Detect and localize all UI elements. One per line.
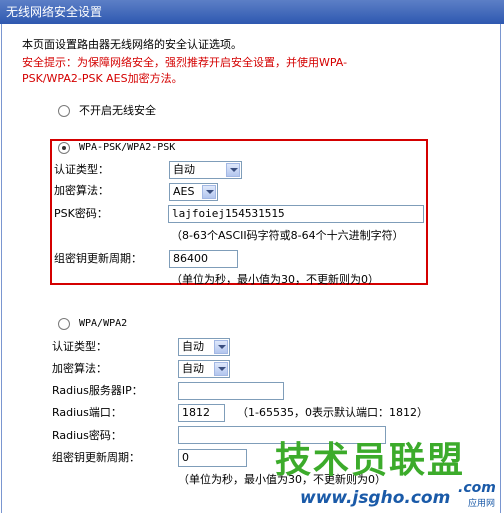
wpa-psk-encryption-label: 加密算法： [54,184,109,197]
wpa-psk-radio[interactable] [58,142,70,154]
wpa-encryption-label: 加密算法： [52,362,107,375]
psk-password-hint: （8-63个ASCII码字符或8-64个十六进制字符） [171,229,404,242]
wpa-label: WPA/WPA2 [79,318,128,329]
radius-port-hint: （1-65535，0表示默认端口：1812） [237,406,428,419]
disable-security-label: 不开启无线安全 [79,104,156,117]
wpa-psk-label: WPA-PSK/WPA2-PSK [79,142,176,153]
page-title: 无线网络安全设置 [6,5,103,19]
chevron-down-icon [214,362,228,376]
wpa-radio[interactable] [58,318,70,330]
disable-security-radio[interactable] [58,105,70,117]
wpa-psk-encryption-select[interactable]: AES [169,183,218,201]
wpa-psk-auth-type-label: 认证类型： [54,163,109,176]
wpa-psk-auth-type-select[interactable]: 自动 [169,161,242,179]
watermark-sub: 应用网 [468,499,496,509]
chevron-down-icon [214,340,228,354]
radius-password-label: Radius密码： [52,429,122,442]
chevron-down-icon [226,163,240,177]
wpa-psk-group-key-hint: （单位为秒，最小值为30，不更新则为0） [171,273,379,286]
chevron-down-icon [202,185,216,199]
page-header: 无线网络安全设置 [0,0,504,24]
security-tip-line2: PSK/WPA2-PSK AES加密方法。 [22,72,183,85]
watermark-url: www.jsgho.com [300,488,451,508]
psk-password-input[interactable]: lajfoiej154531515 [168,205,424,223]
frame-left-border [1,24,2,513]
wpa-group-key-label: 组密钥更新周期： [52,451,140,464]
radius-ip-label: Radius服务器IP： [52,384,143,397]
radius-port-label: Radius端口： [52,406,122,419]
wpa-auth-type-label: 认证类型： [52,340,107,353]
intro-text: 本页面设置路由器无线网络的安全认证选项。 [22,38,242,51]
radius-ip-input[interactable] [178,382,284,400]
security-tip-line1: 安全提示：为保障网络安全，强烈推荐开启安全设置，并使用WPA- [22,56,348,69]
wpa-auth-type-select[interactable]: 自动 [178,338,230,356]
watermark-com: .com [458,480,496,496]
wpa-psk-group-key-label: 组密钥更新周期： [54,252,142,265]
psk-password-label: PSK密码： [54,207,108,220]
wpa-group-key-input[interactable]: 0 [178,449,247,467]
wpa-psk-auth-type-value: 自动 [173,163,195,176]
wpa-encryption-value: 自动 [182,362,204,375]
wpa-encryption-select[interactable]: 自动 [178,360,230,378]
radius-port-input[interactable]: 1812 [178,404,225,422]
wpa-psk-group-key-input[interactable]: 86400 [169,250,238,268]
frame-right-border [500,24,501,513]
watermark-logo: 技术员联盟 [275,440,466,481]
wpa-psk-encryption-value: AES [173,185,195,198]
wpa-auth-type-value: 自动 [182,340,204,353]
